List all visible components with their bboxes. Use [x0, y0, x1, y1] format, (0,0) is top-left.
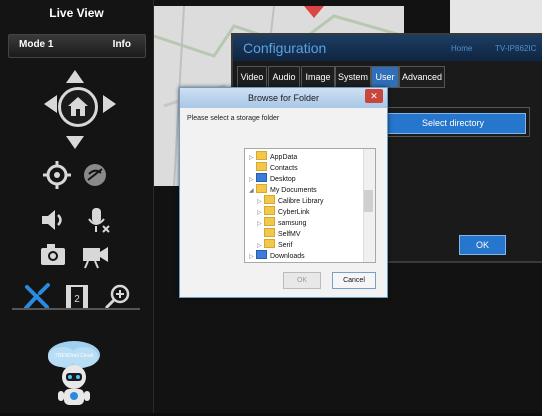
- config-ok-button[interactable]: OK: [459, 235, 506, 255]
- svg-text:2: 2: [74, 294, 80, 305]
- tab-system[interactable]: System: [335, 66, 371, 88]
- folder-icon: [256, 162, 267, 171]
- close-icon[interactable]: ✕: [365, 89, 383, 103]
- tree-item[interactable]: Contacts: [256, 162, 298, 173]
- config-title-bar: Configuration Home TV-IP862IC: [233, 35, 542, 61]
- tree-scroll-thumb[interactable]: [364, 190, 373, 212]
- live-view-title: Live View: [49, 6, 104, 20]
- mascot-icon: TRENDnet Cloud: [42, 335, 106, 411]
- tab-advanced[interactable]: Advanced: [399, 66, 445, 88]
- browse-for-folder-dialog: Browse for Folder ✕ Please select a stor…: [179, 87, 388, 298]
- mascot-badge: TRENDnet Cloud: [54, 353, 94, 359]
- tab-user[interactable]: User: [371, 66, 399, 88]
- folder-icon: [256, 173, 267, 182]
- record-icon[interactable]: [80, 240, 110, 270]
- tree-item[interactable]: ▷ Downloads: [249, 250, 305, 261]
- folder-icon: [256, 250, 267, 259]
- tab-audio[interactable]: Audio: [268, 66, 300, 88]
- folder-icon: [264, 228, 275, 237]
- browse-title-bar: Browse for Folder ✕: [180, 88, 387, 108]
- snapshot-icon[interactable]: [38, 240, 68, 270]
- browse-title: Browse for Folder: [247, 93, 320, 103]
- browse-ok-button[interactable]: OK: [283, 272, 321, 289]
- tree-item[interactable]: ▷ samsung: [257, 217, 306, 228]
- collapse-icon[interactable]: ◢: [249, 187, 256, 194]
- expand-icon[interactable]: ▷: [249, 176, 256, 183]
- arrow-up-icon[interactable]: [66, 70, 84, 83]
- folder-icon: [256, 184, 267, 193]
- expand-icon[interactable]: ▷: [257, 198, 264, 205]
- toolbar-divider: [12, 308, 140, 310]
- folder-icon: [264, 217, 275, 226]
- tree-item[interactable]: ▷ AppData: [249, 151, 297, 162]
- arrow-down-icon[interactable]: [66, 136, 84, 149]
- expand-icon[interactable]: ▷: [257, 242, 264, 249]
- mode-bar: Mode 1 Info: [8, 34, 146, 58]
- tab-image[interactable]: Image: [301, 66, 335, 88]
- config-device-name: TV-IP862IC: [495, 44, 537, 53]
- folder-icon: [264, 239, 275, 248]
- select-directory-button[interactable]: Select directory: [380, 113, 526, 134]
- arrow-left-icon[interactable]: [44, 95, 57, 113]
- tree-item[interactable]: ▷ CyberLink: [257, 206, 310, 217]
- microphone-mute-icon[interactable]: [82, 205, 112, 235]
- focus-icon[interactable]: [42, 160, 72, 190]
- control-sidebar: Live View Mode 1 Info 2 TRENDnet Cloud: [0, 0, 154, 413]
- mode-selector[interactable]: Mode 1: [19, 39, 53, 50]
- folder-icon: [264, 195, 275, 204]
- camera-background-top-right: [450, 0, 542, 35]
- tree-item[interactable]: ▷ Serif: [257, 239, 292, 250]
- tree-item[interactable]: ◢ My Documents: [249, 184, 317, 195]
- folder-icon: [256, 151, 267, 160]
- expand-icon[interactable]: ▷: [249, 154, 256, 161]
- browse-prompt: Please select a storage folder: [187, 115, 280, 122]
- tab-video[interactable]: Video: [237, 66, 267, 88]
- config-title: Configuration: [243, 40, 327, 56]
- home-icon[interactable]: [58, 87, 98, 127]
- expand-icon[interactable]: ▷: [257, 220, 264, 227]
- folder-icon: [264, 206, 275, 215]
- folder-tree[interactable]: ▷ AppData Contacts ▷ Desktop ◢ My Documents…: [244, 148, 376, 263]
- expand-icon[interactable]: ▷: [249, 253, 256, 260]
- browse-cancel-button[interactable]: Cancel: [332, 272, 376, 289]
- arrow-right-icon[interactable]: [103, 95, 116, 113]
- config-home-link[interactable]: Home: [451, 44, 472, 53]
- tree-item[interactable]: ▷ Calibre Library: [257, 195, 324, 206]
- auto-focus-icon[interactable]: [80, 160, 110, 190]
- tree-item[interactable]: ▷ Desktop: [249, 173, 296, 184]
- expand-icon[interactable]: ▷: [257, 209, 264, 216]
- tree-item[interactable]: SelfMV: [264, 228, 301, 239]
- volume-icon[interactable]: [38, 205, 68, 235]
- info-button[interactable]: Info: [113, 39, 131, 50]
